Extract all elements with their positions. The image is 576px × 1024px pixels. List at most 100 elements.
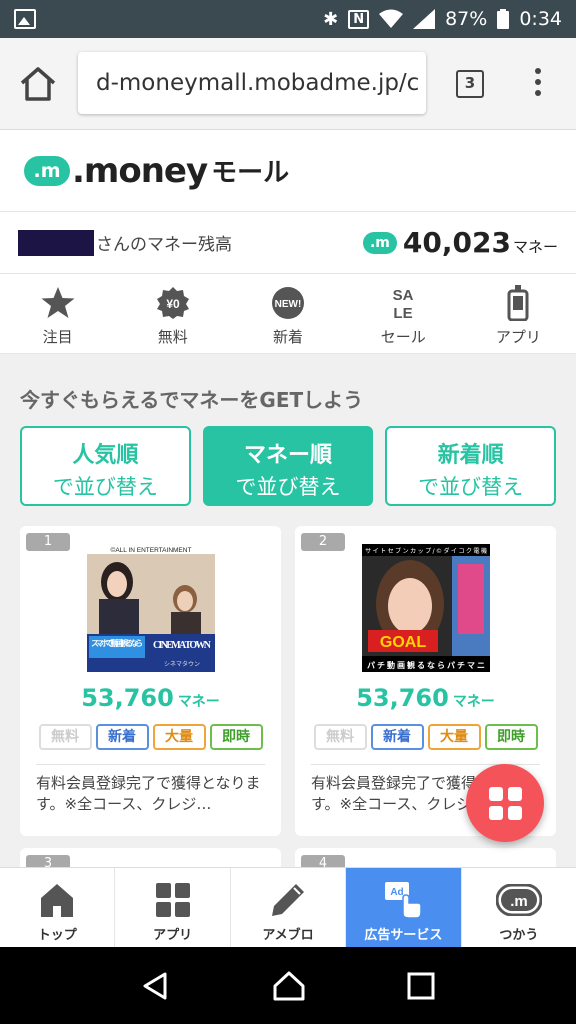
category-label: 注目 [42, 328, 73, 346]
browser-home-icon[interactable] [18, 66, 58, 102]
rank-badge: 1 [26, 533, 70, 551]
thumb-right-text: CINEMA TOWN [153, 640, 212, 651]
nav-label: アメブロ [262, 928, 314, 943]
nav-ad-service[interactable]: Ad 広告サービス [346, 868, 462, 947]
offer-tags: 無料 新着 大量 即時 [311, 724, 540, 750]
divider [36, 764, 265, 765]
page-content: .m .money モール さんのマネー残高 .m 40,023 マネー 注目 … [0, 130, 576, 867]
category-nav: 注目 ¥0 無料 NEW! 新着 SA LE セール アプリ [0, 274, 576, 354]
nav-label: トップ [37, 928, 77, 943]
offer-list-next: 3 4 [0, 836, 576, 867]
sort-sublabel: で並び替え [52, 475, 158, 499]
nav-label: つかう [499, 928, 539, 943]
category-label: 新着 [273, 328, 304, 346]
balance-label: さんのマネー残高 [96, 235, 232, 255]
star-icon [41, 287, 75, 318]
sort-sublabel: で並び替え [418, 475, 524, 499]
svg-text:SA: SA [393, 287, 414, 304]
offer-reward: 53,760 マネー [311, 684, 540, 712]
system-nav-bar [0, 947, 576, 1024]
grid-cell [507, 805, 522, 820]
sale-icon: SALE [393, 287, 414, 321]
category-label: アプリ [495, 328, 541, 346]
balance-value: 40,023 [402, 226, 511, 259]
category-featured[interactable]: 注目 [0, 274, 115, 353]
thumb-goal-text: GOAL [379, 634, 425, 651]
site-header: .m .money モール [0, 130, 576, 212]
grid-cell [507, 786, 522, 801]
logo-name[interactable]: .money [72, 151, 208, 191]
sort-new-button[interactable]: 新着順 で並び替え [385, 426, 557, 506]
category-new[interactable]: NEW! 新着 [230, 274, 345, 353]
reward-value: 53,760 [81, 684, 174, 712]
username-redacted [18, 229, 94, 256]
thumb-small-text: シネマタウン [163, 660, 199, 668]
rank-badge: 2 [301, 533, 345, 551]
status-bar: ✱ N 87% 0:34 [0, 0, 576, 38]
category-sale[interactable]: SA LE セール [346, 274, 461, 353]
nav-label: 広告サービス [364, 928, 443, 943]
tag-large: 大量 [427, 724, 481, 750]
svg-text:¥0: ¥0 [166, 297, 180, 311]
sort-label: 人気順 [72, 443, 139, 468]
nav-ameblo[interactable]: アメブロ [231, 868, 347, 947]
apps-grid-icon [155, 883, 190, 917]
bluetooth-icon: ✱ [323, 8, 339, 30]
category-free[interactable]: ¥0 無料 [115, 274, 230, 353]
nav-label: アプリ [153, 928, 193, 943]
offer-tags: 無料 新着 大量 即時 [36, 724, 265, 750]
recent-apps-icon[interactable] [407, 972, 435, 1000]
money-coin-icon: .m [362, 231, 397, 254]
logo-mark[interactable]: .m [24, 155, 70, 186]
ad-tap-icon: Ad [385, 882, 423, 919]
bottom-nav: トップ アプリ アメブロ Ad 広告サービス .m つかう [0, 867, 576, 947]
thumb-left-text: スマホで動画観るなら [91, 638, 143, 648]
pen-icon [272, 884, 305, 916]
thumb-copyright: サイトセブンカップ/©ダイコク電機 [365, 547, 487, 555]
offer-card[interactable]: 3 [20, 848, 281, 867]
tag-free: 無料 [38, 724, 92, 750]
tag-large: 大量 [152, 724, 206, 750]
offer-card[interactable]: 1 ©ALL IN ENTERTAINMENT スマホで動画観るなら CINEM… [20, 526, 281, 836]
logo-suffix[interactable]: モール [211, 152, 289, 189]
coin-icon-text: .m [510, 893, 528, 910]
rank-badge: 3 [26, 855, 70, 867]
balance-row: さんのマネー残高 .m 40,023 マネー [0, 212, 576, 274]
money-coin-icon: .m [495, 884, 542, 916]
section-title: 今すぐもらえるでマネーをGETしよう [20, 388, 364, 412]
clock: 0:34 [519, 8, 562, 30]
offer-description: 有料会員登録完了で獲得となります。※全コース、クレジ… [36, 774, 261, 813]
nav-top[interactable]: トップ [0, 868, 116, 947]
url-bar[interactable]: d-moneymall.mobadme.jp/c [78, 52, 426, 114]
offer-thumbnail[interactable]: サイトセブンカップ/©ダイコク電機 GOAL パチ動画観るならパチマニ [361, 544, 490, 672]
back-icon[interactable] [141, 971, 171, 1001]
sort-label: マネー順 [244, 443, 333, 468]
battery-icon [497, 9, 510, 29]
category-app[interactable]: アプリ [461, 274, 576, 353]
rank-badge: 4 [301, 855, 345, 867]
sort-label: 新着順 [437, 443, 504, 468]
tag-new: 新着 [95, 724, 149, 750]
category-label: 無料 [157, 328, 188, 346]
category-label: セール [380, 328, 426, 346]
grid-cell [488, 786, 503, 801]
menu-fab-button[interactable] [466, 764, 544, 842]
nav-app[interactable]: アプリ [115, 868, 231, 947]
phone-icon [507, 285, 529, 321]
browser-menu-icon[interactable] [528, 68, 548, 100]
tag-free: 無料 [313, 724, 367, 750]
svg-text:NEW!: NEW! [275, 299, 302, 310]
sort-popular-button[interactable]: 人気順 で並び替え [20, 426, 191, 506]
tab-switcher-button[interactable]: 3 [456, 70, 484, 98]
home-icon [41, 884, 74, 917]
reward-unit: マネー [452, 694, 495, 710]
browser-toolbar: d-moneymall.mobadme.jp/c 3 [0, 38, 576, 130]
offer-thumbnail[interactable]: ©ALL IN ENTERTAINMENT スマホで動画観るなら CINEMA … [86, 544, 215, 672]
home-circle-icon[interactable] [272, 969, 306, 1003]
thumb-copyright: ©ALL IN ENTERTAINMENT [110, 546, 191, 554]
sort-money-button[interactable]: マネー順 で並び替え [202, 426, 374, 506]
reward-value: 53,760 [356, 684, 449, 712]
tag-instant: 即時 [484, 724, 538, 750]
offer-card[interactable]: 4 [295, 848, 556, 867]
nav-use[interactable]: .m つかう [462, 868, 576, 947]
